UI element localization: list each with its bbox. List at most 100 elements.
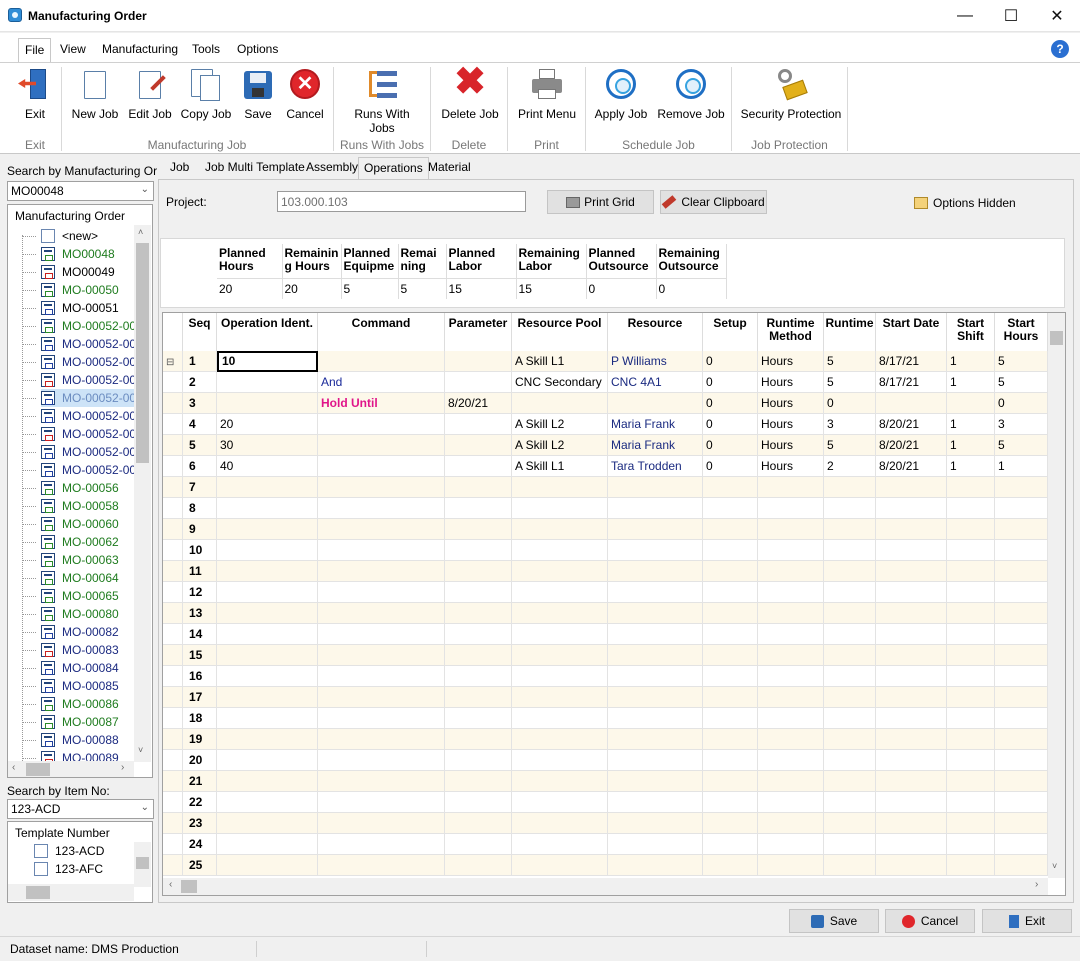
grid-header-cell[interactable]: Seq (183, 313, 217, 351)
cancel-ribbon-button[interactable]: ✕ Cancel (283, 66, 327, 128)
grid-row[interactable]: 13 (163, 603, 1053, 624)
grid-cell[interactable]: 8 (183, 498, 217, 519)
grid-cell[interactable] (703, 477, 758, 498)
grid-cell[interactable] (824, 582, 876, 603)
grid-cell[interactable] (318, 498, 445, 519)
chevron-down-icon[interactable]: ⌄ (141, 802, 149, 813)
grid-cell[interactable] (608, 855, 703, 876)
grid-cell[interactable] (512, 687, 608, 708)
grid-cell[interactable] (512, 834, 608, 855)
grid-cell[interactable] (318, 666, 445, 687)
grid-cell[interactable] (318, 435, 445, 456)
tree-item[interactable]: MO-00052-000 (22, 317, 143, 335)
grid-cell[interactable] (445, 813, 512, 834)
grid-cell[interactable] (995, 813, 1048, 834)
grid-cell[interactable]: 22 (183, 792, 217, 813)
grid-cell[interactable] (824, 771, 876, 792)
grid-cell[interactable]: 8/20/21 (876, 414, 947, 435)
grid-cell[interactable]: 14 (183, 624, 217, 645)
grid-cell[interactable] (217, 624, 318, 645)
grid-cell[interactable] (445, 855, 512, 876)
grid-cell[interactable] (318, 351, 445, 372)
grid-row[interactable]: 14 (163, 624, 1053, 645)
tree-item[interactable]: MO-00052-007 (22, 443, 143, 461)
row-header-cell[interactable] (163, 750, 183, 771)
grid-cell[interactable] (318, 771, 445, 792)
grid-cell[interactable] (703, 708, 758, 729)
grid-cell[interactable] (824, 624, 876, 645)
grid-cell[interactable] (512, 666, 608, 687)
collapse-icon[interactable]: ⊟ (166, 357, 174, 368)
grid-cell[interactable] (445, 834, 512, 855)
grid-cell[interactable] (703, 687, 758, 708)
grid-cell[interactable] (512, 645, 608, 666)
grid-row[interactable]: ⊟ 1 10 A Skill L1 P Williams 0 Hours 5 8/17/21 1 5 (163, 351, 1053, 372)
grid-cell[interactable] (512, 561, 608, 582)
grid-cell[interactable] (512, 393, 608, 414)
tab-assembly[interactable]: Assembly (306, 160, 358, 174)
tree-item[interactable]: MO-00056 (22, 479, 119, 497)
grid-cell[interactable] (876, 603, 947, 624)
grid-cell[interactable] (947, 666, 995, 687)
template-hscrollbar[interactable] (8, 884, 134, 901)
grid-cell[interactable] (512, 540, 608, 561)
grid-row[interactable]: 7 (163, 477, 1053, 498)
tree-vscrollbar[interactable]: ˄ ˅ (134, 225, 151, 762)
grid-cell[interactable]: 3 (824, 414, 876, 435)
print-menu-button[interactable]: Print Menu (514, 66, 580, 128)
tree-item[interactable]: MO-00088 (22, 731, 119, 749)
tree-hscroll-thumb[interactable] (26, 763, 50, 776)
grid-cell[interactable] (995, 603, 1048, 624)
grid-cell[interactable] (703, 855, 758, 876)
grid-cell[interactable]: 21 (183, 771, 217, 792)
delete-job-button[interactable]: ✖ Delete Job (438, 63, 502, 128)
tree-item[interactable]: MO00048 (22, 245, 115, 263)
scroll-down-icon[interactable]: ˅ (1052, 861, 1057, 871)
grid-header-cell[interactable]: Command (318, 313, 445, 351)
grid-cell[interactable] (947, 540, 995, 561)
grid-cell[interactable] (217, 603, 318, 624)
grid-cell[interactable] (876, 729, 947, 750)
grid-cell[interactable] (824, 519, 876, 540)
grid-header-cell[interactable]: Setup (703, 313, 758, 351)
grid-cell[interactable] (512, 750, 608, 771)
grid-cell[interactable] (318, 750, 445, 771)
tree-item[interactable]: MO00049 (22, 263, 115, 281)
grid-cell[interactable] (995, 750, 1048, 771)
grid-cell[interactable]: 8/20/21 (445, 393, 512, 414)
grid-cell[interactable]: 2 (183, 372, 217, 393)
grid-cell[interactable] (824, 666, 876, 687)
grid-cell[interactable]: 1 (947, 372, 995, 393)
grid-cell[interactable]: 5 (995, 351, 1048, 372)
apply-job-button[interactable]: Apply Job (592, 66, 650, 128)
grid-row[interactable]: 4 20 A Skill L2 Maria Frank 0 Hours 3 8/20/21 1 3 (163, 414, 1053, 435)
grid-cell[interactable] (512, 582, 608, 603)
row-header-cell[interactable] (163, 666, 183, 687)
grid-cell[interactable]: Hours (758, 351, 824, 372)
grid-cell[interactable] (758, 813, 824, 834)
grid-row[interactable]: 24 (163, 834, 1053, 855)
grid-cell[interactable] (445, 624, 512, 645)
grid-cell[interactable] (318, 603, 445, 624)
tree-item[interactable]: MO-00062 (22, 533, 119, 551)
row-header-cell[interactable] (163, 771, 183, 792)
grid-cell[interactable] (318, 708, 445, 729)
grid-cell[interactable] (445, 540, 512, 561)
grid-cell[interactable] (876, 519, 947, 540)
grid-cell[interactable] (995, 855, 1048, 876)
row-header-cell[interactable] (163, 645, 183, 666)
grid-cell[interactable]: 30 (217, 435, 318, 456)
grid-cell[interactable] (824, 813, 876, 834)
grid-cell[interactable] (217, 834, 318, 855)
grid-cell[interactable] (318, 624, 445, 645)
grid-cell[interactable]: 23 (183, 813, 217, 834)
grid-row[interactable]: 21 (163, 771, 1053, 792)
grid-cell[interactable] (947, 561, 995, 582)
tree-item[interactable]: <new> (22, 227, 98, 245)
row-header-cell[interactable] (163, 624, 183, 645)
grid-cell[interactable] (758, 708, 824, 729)
grid-cell[interactable]: 4 (183, 414, 217, 435)
grid-cell[interactable]: 5 (995, 372, 1048, 393)
grid-cell[interactable] (995, 624, 1048, 645)
grid-cell[interactable] (758, 792, 824, 813)
